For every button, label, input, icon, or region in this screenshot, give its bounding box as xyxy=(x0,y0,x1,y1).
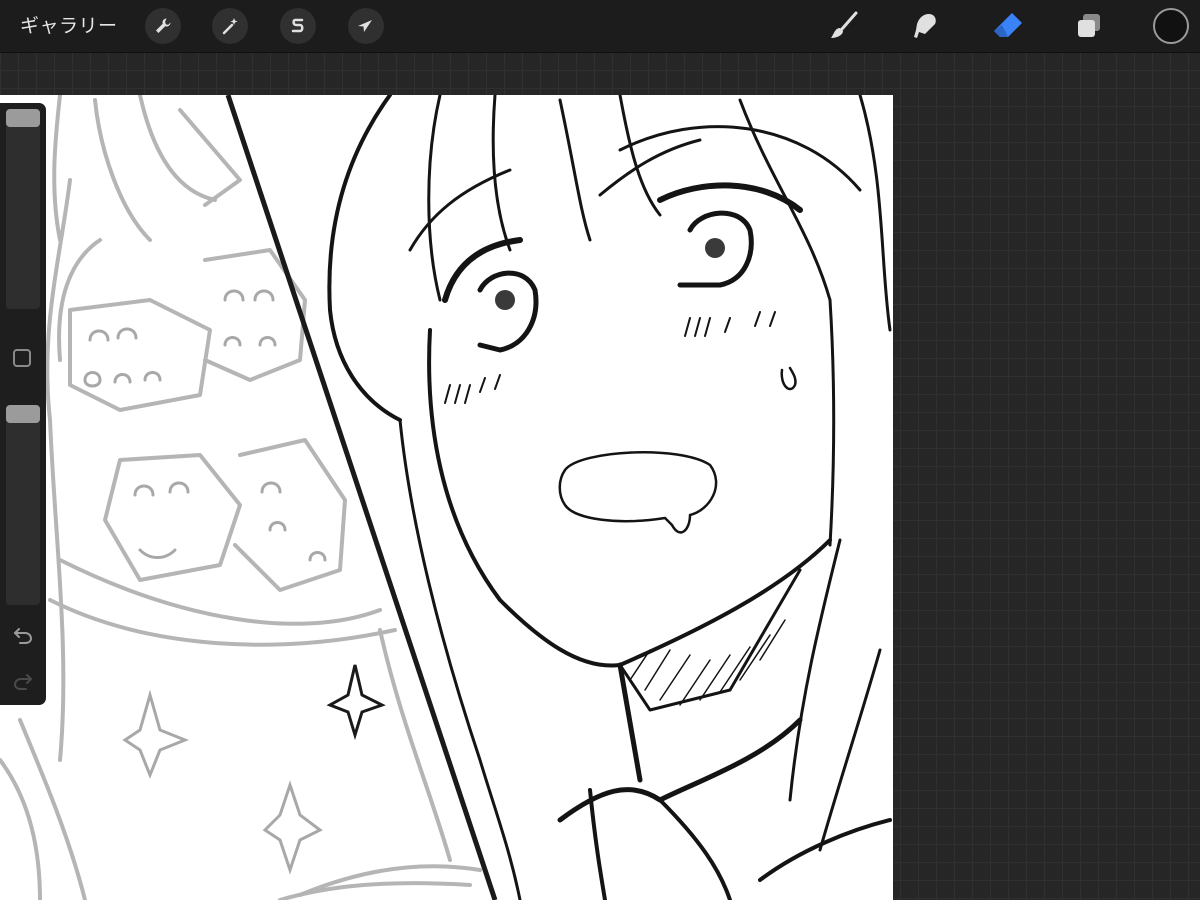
undo-button[interactable] xyxy=(11,623,35,647)
layers-icon xyxy=(1078,14,1100,37)
panel-border-line xyxy=(225,95,498,900)
brush-size-slider[interactable] xyxy=(6,109,40,309)
layers-button[interactable] xyxy=(1069,6,1109,46)
sparkle-marks xyxy=(326,664,386,741)
background-sketch-layer xyxy=(0,95,482,900)
gallery-button[interactable]: ギャラリー xyxy=(20,12,118,40)
actions-button[interactable] xyxy=(145,8,181,44)
character-line-art xyxy=(327,95,892,900)
brush-icon xyxy=(831,11,858,38)
selection-button[interactable] xyxy=(280,8,316,44)
left-sidebar xyxy=(0,103,46,705)
opacity-slider-thumb[interactable] xyxy=(6,405,40,423)
adjustments-button[interactable] xyxy=(212,8,248,44)
transform-button[interactable] xyxy=(348,8,384,44)
background-sketch-details xyxy=(83,289,327,875)
modify-button[interactable] xyxy=(13,349,31,367)
drawing-canvas[interactable] xyxy=(0,95,893,900)
smudge-icon xyxy=(914,14,936,38)
sketch-artwork xyxy=(0,95,892,900)
eraser-icon xyxy=(994,13,1022,37)
opacity-slider[interactable] xyxy=(6,405,40,605)
magic-wand-icon xyxy=(222,18,238,35)
color-picker-button[interactable] xyxy=(1153,8,1189,44)
selection-s-icon xyxy=(291,18,304,33)
undo-icon xyxy=(14,628,33,644)
top-toolbar: ギャラリー xyxy=(0,0,1200,52)
smudge-tool-button[interactable] xyxy=(905,6,945,46)
eraser-tool-button[interactable] xyxy=(988,6,1028,46)
redo-button[interactable] xyxy=(11,669,35,693)
brush-tool-button[interactable] xyxy=(824,6,864,46)
brush-size-slider-thumb[interactable] xyxy=(6,109,40,127)
wrench-icon xyxy=(156,18,171,33)
redo-icon xyxy=(13,674,32,690)
arrow-cursor-icon xyxy=(358,20,372,32)
